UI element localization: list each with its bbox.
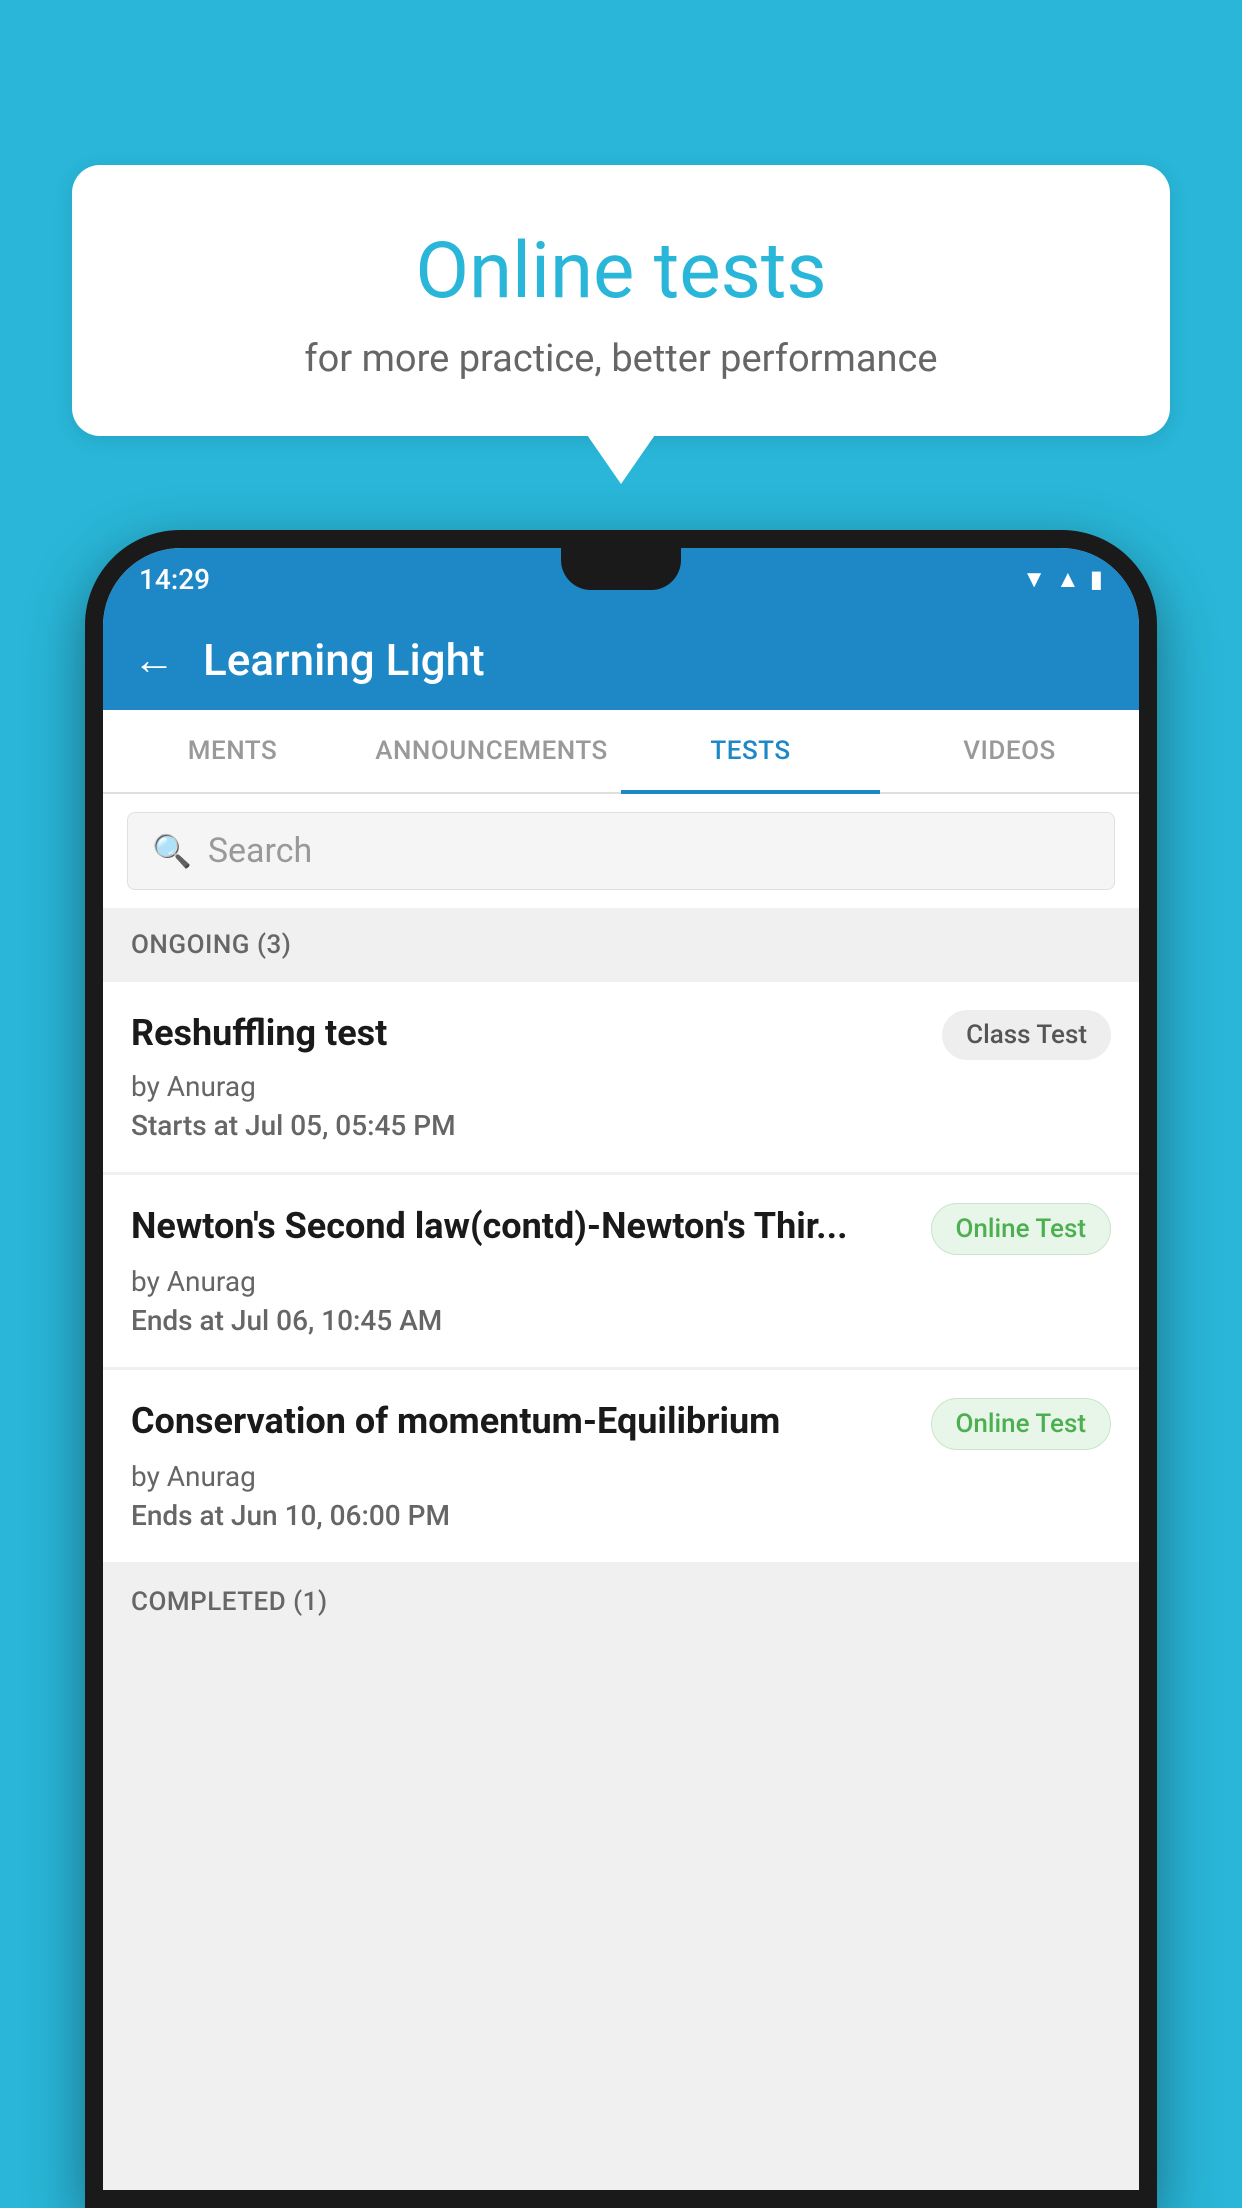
status-time: 14:29 xyxy=(139,563,210,596)
test-card-conservation[interactable]: Conservation of momentum-Equilibrium Onl… xyxy=(103,1370,1139,1562)
tabs-bar: MENTS ANNOUNCEMENTS TESTS VIDEOS xyxy=(103,710,1139,794)
test-badge-reshuffling: Class Test xyxy=(942,1010,1111,1060)
notch xyxy=(561,548,681,590)
test-card-newtons[interactable]: Newton's Second law(contd)-Newton's Thir… xyxy=(103,1175,1139,1367)
phone-frame: 14:29 ▼ ▲ ▮ ← Learning Light MENTS ANNOU… xyxy=(85,530,1157,2208)
test-badge-newtons: Online Test xyxy=(931,1203,1112,1255)
completed-section-header: COMPLETED (1) xyxy=(103,1565,1139,1627)
ongoing-section-header: ONGOING (3) xyxy=(103,908,1139,982)
test-time-reshuffling: Starts at Jul 05, 05:45 PM xyxy=(131,1109,1111,1142)
search-container: 🔍 Search xyxy=(103,794,1139,908)
search-icon: 🔍 xyxy=(152,832,192,870)
tab-tests[interactable]: TESTS xyxy=(621,710,880,792)
back-button[interactable]: ← xyxy=(133,636,175,685)
battery-icon: ▮ xyxy=(1090,565,1103,593)
speech-bubble: Online tests for more practice, better p… xyxy=(72,165,1170,436)
phone-screen: 14:29 ▼ ▲ ▮ ← Learning Light MENTS ANNOU… xyxy=(103,548,1139,2190)
status-icons: ▼ ▲ ▮ xyxy=(1022,565,1103,594)
test-title-conservation: Conservation of momentum-Equilibrium xyxy=(131,1398,931,1445)
test-title-reshuffling: Reshuffling test xyxy=(131,1010,942,1057)
tab-ments[interactable]: MENTS xyxy=(103,710,362,792)
tab-videos[interactable]: VIDEOS xyxy=(880,710,1139,792)
test-title-newtons: Newton's Second law(contd)-Newton's Thir… xyxy=(131,1203,931,1250)
search-input[interactable]: Search xyxy=(208,831,312,871)
test-time-conservation: Ends at Jun 10, 06:00 PM xyxy=(131,1499,1111,1532)
signal-icon: ▲ xyxy=(1056,565,1080,594)
speech-bubble-title: Online tests xyxy=(122,225,1120,319)
test-by-reshuffling: by Anurag xyxy=(131,1070,1111,1103)
content-area: ONGOING (3) Reshuffling test Class Test … xyxy=(103,908,1139,2190)
test-time-newtons: Ends at Jul 06, 10:45 AM xyxy=(131,1304,1111,1337)
wifi-icon: ▼ xyxy=(1022,565,1046,594)
app-bar: ← Learning Light xyxy=(103,610,1139,710)
test-card-reshuffling[interactable]: Reshuffling test Class Test by Anurag St… xyxy=(103,982,1139,1172)
test-by-conservation: by Anurag xyxy=(131,1460,1111,1493)
app-bar-title: Learning Light xyxy=(203,634,485,686)
test-by-newtons: by Anurag xyxy=(131,1265,1111,1298)
test-badge-conservation: Online Test xyxy=(931,1398,1112,1450)
speech-bubble-subtitle: for more practice, better performance xyxy=(122,337,1120,381)
tab-announcements[interactable]: ANNOUNCEMENTS xyxy=(362,710,621,792)
search-bar[interactable]: 🔍 Search xyxy=(127,812,1115,890)
